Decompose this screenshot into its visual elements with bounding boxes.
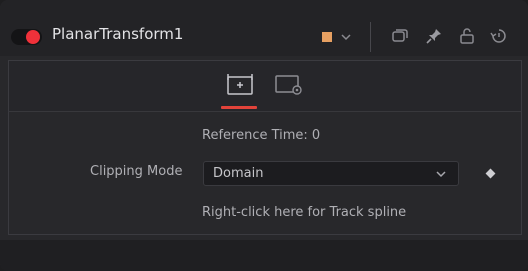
chevron-down-icon <box>436 171 446 178</box>
active-tab-indicator <box>221 106 257 109</box>
tab-controls[interactable] <box>223 71 257 99</box>
clipping-mode-select[interactable]: Domain <box>203 161 459 186</box>
header-divider <box>370 22 371 52</box>
chevron-down-icon <box>341 34 351 41</box>
reset-icon[interactable] <box>490 27 508 45</box>
inspector-tab-bar <box>8 60 522 112</box>
versions-icon[interactable] <box>391 27 409 45</box>
clipping-mode-value: Domain <box>213 166 264 181</box>
pin-icon[interactable] <box>425 27 443 45</box>
reference-time-label[interactable]: Reference Time: 0 <box>202 128 320 143</box>
color-swatch <box>322 32 332 42</box>
clipping-mode-label: Clipping Mode <box>90 164 183 179</box>
track-spline-hint[interactable]: Right-click here for Track spline <box>202 205 406 220</box>
bottom-area <box>0 240 528 271</box>
lock-icon[interactable] <box>458 27 476 45</box>
node-enable-toggle[interactable] <box>11 29 42 45</box>
enable-indicator <box>26 30 40 44</box>
node-header: PlanarTransform1 <box>0 0 528 56</box>
node-title: PlanarTransform1 <box>52 25 184 43</box>
tab-settings[interactable] <box>273 71 307 99</box>
inspector-panel: PlanarTransform1 Reference Time: 0 Clipp… <box>0 0 528 271</box>
